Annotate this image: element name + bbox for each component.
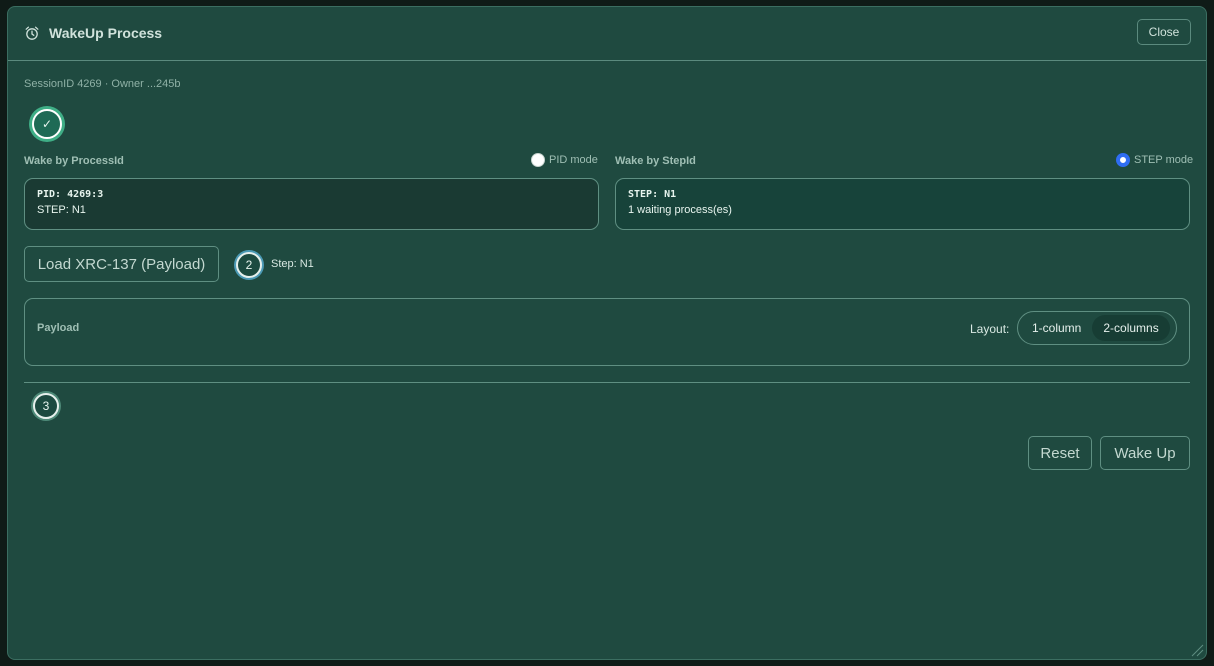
step-value: STEP: N1 bbox=[628, 189, 677, 200]
waiting-processes-count: 1 waiting process(es) bbox=[628, 204, 732, 216]
step-3-indicator: 3 bbox=[33, 393, 59, 419]
alarm-clock-icon bbox=[24, 25, 40, 41]
pid-step-value: STEP: N1 bbox=[37, 204, 86, 216]
step-mode-radio-button[interactable] bbox=[1116, 153, 1130, 167]
section-divider bbox=[24, 382, 1190, 383]
session-info: SessionID 4269 · Owner ...245b bbox=[24, 78, 181, 90]
step-2-indicator: 2 bbox=[236, 252, 262, 278]
step-info-box: STEP: N1 1 waiting process(es) bbox=[615, 178, 1190, 230]
pid-mode-radio-button[interactable] bbox=[531, 153, 545, 167]
layout-2-columns-option[interactable]: 2-columns bbox=[1092, 315, 1170, 341]
load-payload-button[interactable]: Load XRC-137 (Payload) bbox=[24, 246, 219, 282]
layout-toggle: 1-column 2-columns bbox=[1017, 311, 1177, 345]
layout-1-column-option[interactable]: 1-column bbox=[1021, 315, 1092, 341]
wake-up-button[interactable]: Wake Up bbox=[1100, 436, 1190, 470]
step-section-label: Wake by StepId bbox=[615, 155, 696, 167]
payload-panel: Payload Layout: 1-column 2-columns bbox=[24, 298, 1190, 366]
checkmark-icon: ✓ bbox=[41, 117, 53, 131]
resize-grip-icon[interactable] bbox=[1188, 641, 1204, 657]
step-2-label: Step: N1 bbox=[271, 258, 314, 270]
pid-info-box: PID: 4269:3 STEP: N1 bbox=[24, 178, 599, 230]
dialog-title: WakeUp Process bbox=[49, 25, 163, 41]
wakeup-dialog: WakeUp Process Close SessionID 4269 · Ow… bbox=[7, 6, 1207, 660]
step-mode-label: STEP mode bbox=[1134, 154, 1194, 166]
dialog-header: WakeUp Process Close bbox=[8, 7, 1206, 61]
pid-section-label: Wake by ProcessId bbox=[24, 155, 124, 167]
step-mode-radio[interactable]: STEP mode bbox=[1116, 153, 1193, 167]
reset-button[interactable]: Reset bbox=[1028, 436, 1092, 470]
pid-mode-label: PID mode bbox=[549, 154, 598, 166]
step-1-complete-icon: ✓ bbox=[32, 109, 62, 139]
payload-label: Payload bbox=[37, 322, 80, 334]
layout-label: Layout: bbox=[970, 322, 1010, 336]
close-button[interactable]: Close bbox=[1137, 19, 1191, 45]
pid-mode-radio[interactable]: PID mode bbox=[531, 153, 598, 167]
pid-value: PID: 4269:3 bbox=[37, 189, 104, 200]
